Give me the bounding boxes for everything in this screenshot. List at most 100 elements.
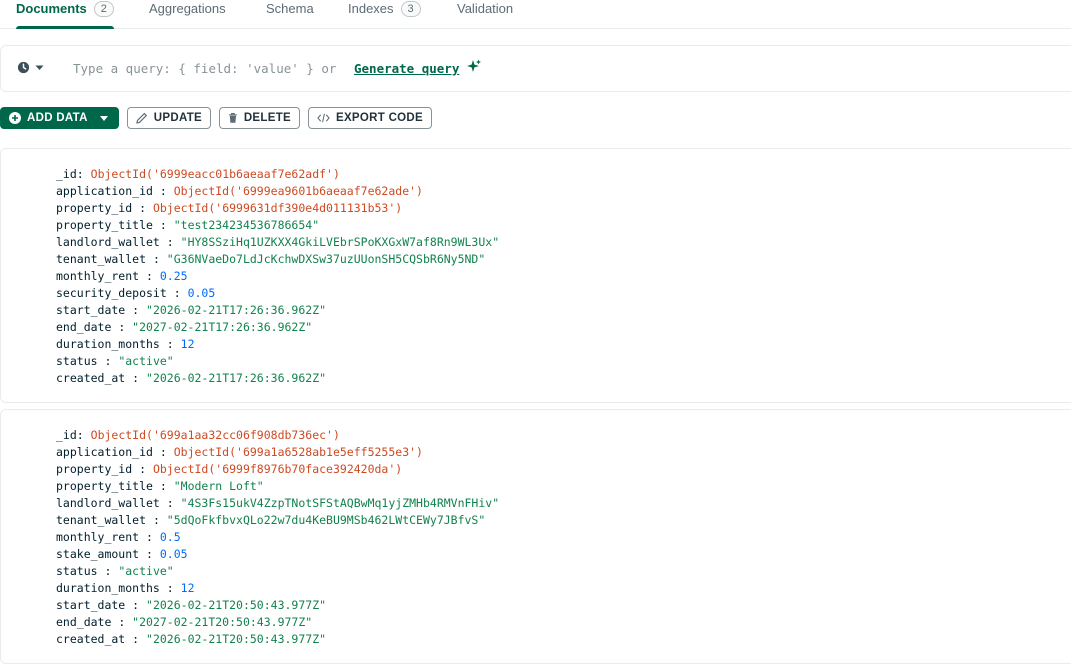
trash-icon: [228, 112, 237, 123]
field-value: ObjectId('6999ea9601b6aeaaf7e62ade'): [173, 184, 423, 198]
export-code-button[interactable]: EXPORT CODE: [308, 107, 432, 129]
field-key: monthly_rent: [56, 269, 140, 283]
document-field[interactable]: stake_amount : 0.05: [56, 546, 188, 563]
tab-bar: Documents 2 Aggregations Schema Indexes …: [0, 0, 1071, 29]
tab-indexes[interactable]: Indexes 3: [348, 0, 421, 29]
field-value: "2026-02-21T20:50:43.977Z": [146, 598, 327, 612]
export-code-label: EXPORT CODE: [335, 112, 423, 124]
field-key: end_date: [56, 320, 112, 334]
document-field[interactable]: tenant_wallet : "G36NVaeDo7LdJcKchwDXSw3…: [56, 251, 485, 268]
field-key: start_date: [56, 303, 126, 317]
document-field[interactable]: application_id : ObjectId('699a1a6528ab1…: [56, 444, 423, 461]
field-key: application_id: [56, 184, 153, 198]
document-field[interactable]: property_title : "Modern Loft": [56, 478, 264, 495]
field-separator: :: [139, 530, 160, 544]
tab-schema[interactable]: Schema: [266, 0, 314, 29]
document-field[interactable]: end_date : "2027-02-21T20:50:43.977Z": [56, 614, 312, 631]
query-bar: Type a query: { field: 'value' } or Gene…: [0, 45, 1071, 92]
document-field[interactable]: monthly_rent : 0.25: [56, 268, 188, 285]
document-field[interactable]: monthly_rent : 0.5: [56, 529, 181, 546]
field-value: 12: [180, 581, 195, 595]
update-button[interactable]: UPDATE: [127, 107, 211, 129]
document-field[interactable]: end_date : "2027-02-21T17:26:36.962Z": [56, 319, 312, 336]
field-key: created_at: [56, 371, 126, 385]
field-value: "HY8SSziHq1UZKXX4GkiLVEbrSPoKXGxW7af8Rn9…: [180, 235, 500, 249]
document-field[interactable]: created_at : "2026-02-21T20:50:43.977Z": [56, 631, 326, 648]
field-separator: :: [132, 462, 153, 476]
tab-label: Validation: [457, 1, 514, 16]
update-label: UPDATE: [153, 112, 202, 124]
field-key: tenant_wallet: [56, 513, 147, 527]
field-key: duration_months: [56, 337, 160, 351]
field-separator: :: [159, 581, 181, 595]
document-field[interactable]: start_date : "2026-02-21T20:50:43.977Z": [56, 597, 326, 614]
field-value: "2026-02-21T20:50:43.977Z": [146, 632, 327, 646]
document-card[interactable]: _id: ObjectId('6999eacc01b6aeaaf7e62adf'…: [0, 148, 1071, 403]
document-field[interactable]: start_date : "2026-02-21T17:26:36.962Z": [56, 302, 326, 319]
field-value: "Modern Loft": [173, 479, 264, 493]
document-field[interactable]: _id: ObjectId('6999eacc01b6aeaaf7e62adf'…: [56, 166, 340, 183]
field-value: "2027-02-21T17:26:36.962Z": [132, 320, 313, 334]
document-field[interactable]: security_deposit : 0.05: [56, 285, 215, 302]
field-separator: :: [166, 286, 188, 300]
field-key: security_deposit: [56, 286, 167, 300]
field-key: landlord_wallet: [56, 235, 160, 249]
tab-documents[interactable]: Documents 2: [16, 0, 114, 29]
query-history-button[interactable]: [17, 61, 44, 74]
document-field[interactable]: status : "active": [56, 563, 174, 580]
query-input[interactable]: Type a query: { field: 'value' } or: [73, 61, 336, 76]
field-key: duration_months: [56, 581, 160, 595]
field-key: application_id: [56, 445, 153, 459]
document-field[interactable]: _id: ObjectId('699a1aa32cc06f908db736ec'…: [56, 427, 340, 444]
field-separator: :: [76, 428, 91, 442]
document-field[interactable]: property_title : "test234234536786654": [56, 217, 319, 234]
tab-validation[interactable]: Validation: [457, 0, 513, 29]
field-separator: :: [159, 337, 181, 351]
tab-aggregations[interactable]: Aggregations: [149, 0, 226, 29]
field-separator: :: [152, 479, 174, 493]
tab-count-badge: 3: [400, 1, 421, 17]
tab-count-badge: 2: [93, 1, 114, 17]
field-value: 12: [180, 337, 195, 351]
document-field[interactable]: property_id : ObjectId('6999631df390e4d0…: [56, 200, 402, 217]
field-separator: :: [152, 445, 174, 459]
field-value: ObjectId('6999631df390e4d011131b53'): [152, 201, 403, 215]
field-value: ObjectId('6999f8976b70face392420da'): [152, 462, 403, 476]
add-data-button[interactable]: ADD DATA: [0, 107, 119, 129]
tab-label: Indexes: [348, 1, 394, 16]
document-field[interactable]: property_id : ObjectId('6999f8976b70face…: [56, 461, 402, 478]
add-data-label: ADD DATA: [27, 112, 88, 124]
document-field[interactable]: duration_months : 12: [56, 580, 195, 597]
field-value: "2026-02-21T17:26:36.962Z": [146, 303, 327, 317]
plus-circle-icon: [9, 112, 21, 124]
field-key: property_title: [56, 218, 153, 232]
field-value: 0.5: [159, 530, 181, 544]
document-field[interactable]: duration_months : 12: [56, 336, 195, 353]
field-key: status: [56, 564, 98, 578]
field-key: monthly_rent: [56, 530, 140, 544]
document-field[interactable]: created_at : "2026-02-21T17:26:36.962Z": [56, 370, 326, 387]
field-key: property_title: [56, 479, 153, 493]
field-key: property_id: [56, 462, 133, 476]
field-separator: :: [125, 632, 147, 646]
delete-button[interactable]: DELETE: [219, 107, 300, 129]
field-separator: :: [146, 252, 167, 266]
field-separator: :: [111, 615, 133, 629]
field-key: _id: [56, 428, 77, 442]
field-separator: :: [97, 354, 119, 368]
document-field[interactable]: application_id : ObjectId('6999ea9601b6a…: [56, 183, 423, 200]
field-separator: :: [111, 320, 133, 334]
document-field[interactable]: tenant_wallet : "5dQoFkfbvxQLo22w7du4KeB…: [56, 512, 485, 529]
field-value: "4S3Fs15ukV4ZzpTNotSFStAQBwMq1yjZMHb4RMV…: [180, 496, 500, 510]
chevron-down-icon: [35, 65, 44, 70]
field-separator: :: [152, 218, 174, 232]
field-separator: :: [159, 235, 181, 249]
tab-label: Schema: [266, 1, 314, 16]
document-field[interactable]: status : "active": [56, 353, 174, 370]
document-field[interactable]: landlord_wallet : "HY8SSziHq1UZKXX4GkiLV…: [56, 234, 499, 251]
field-value: "active": [118, 354, 174, 368]
field-key: _id: [56, 167, 77, 181]
generate-query-link[interactable]: Generate query: [354, 61, 459, 76]
document-field[interactable]: landlord_wallet : "4S3Fs15ukV4ZzpTNotSFS…: [56, 495, 499, 512]
document-card[interactable]: _id: ObjectId('699a1aa32cc06f908db736ec'…: [0, 409, 1071, 664]
